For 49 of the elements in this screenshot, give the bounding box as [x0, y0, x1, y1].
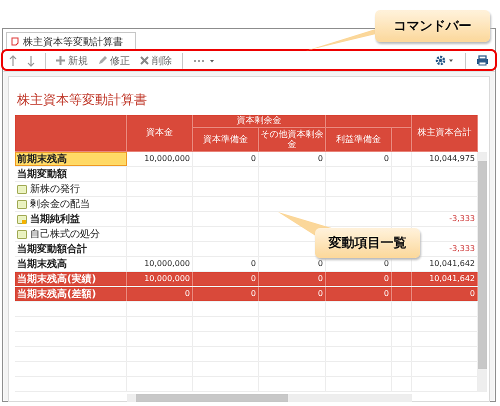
page-title: 株主資本等変動計算書	[17, 92, 148, 109]
column-header	[392, 128, 412, 152]
value-cell: 0	[193, 257, 259, 271]
document-tab[interactable]: 株主資本等変動計算書	[6, 32, 136, 50]
row-label[interactable]: 当期変動額合計	[15, 242, 127, 256]
callout-label: 変動項目一覧	[315, 228, 420, 258]
more-icon[interactable]	[193, 58, 215, 64]
column-header: 資本準備金	[193, 128, 259, 152]
horizontal-scrollbar[interactable]	[127, 394, 412, 402]
column-header: 利益準備金	[326, 128, 392, 152]
column-header: その他資本剰余金	[259, 128, 326, 152]
edit-button[interactable]: 修正	[98, 54, 130, 68]
column-header: 資本金	[127, 115, 193, 152]
down-arrow-icon[interactable]	[27, 54, 35, 66]
row-label[interactable]: 自己株式の処分	[15, 227, 127, 241]
value-cell: 0	[259, 272, 326, 286]
document-icon	[11, 37, 19, 46]
pencil-icon	[98, 56, 107, 65]
new-button[interactable]: 新規	[56, 54, 88, 68]
row-label[interactable]: 当期変動額	[15, 167, 127, 181]
row-label[interactable]: 当期末残高(差額)	[15, 287, 127, 301]
value-cell: 0	[326, 287, 392, 301]
vertical-scrollbar[interactable]	[478, 152, 487, 392]
row-label[interactable]: 新株の発行	[15, 182, 127, 196]
row-label[interactable]: 前期末残高	[15, 152, 127, 166]
row-label[interactable]: 剰余金の配当	[15, 197, 127, 211]
value-cell: 0	[127, 287, 193, 301]
value-cell: 0	[259, 287, 326, 301]
column-header: 株主資本合計	[412, 115, 478, 152]
value-cell: 10,000,000	[127, 257, 193, 271]
value-cell: 0	[326, 272, 392, 286]
value-cell: 0	[193, 287, 259, 301]
column-group-header: 資本剰余金	[193, 115, 326, 128]
value-cell: 10,000,000	[127, 152, 193, 166]
value-cell: 0	[259, 152, 326, 166]
cross-icon	[140, 56, 149, 65]
settings-icon[interactable]	[435, 55, 455, 66]
up-arrow-icon[interactable]	[9, 54, 17, 66]
value-cell: 0	[193, 152, 259, 166]
delete-button[interactable]: 削除	[140, 54, 172, 68]
row-label[interactable]: 当期末残高	[15, 257, 127, 271]
callout-label: コマンドバー	[375, 10, 490, 42]
print-icon[interactable]	[476, 55, 489, 66]
value-cell: 10,000,000	[127, 272, 193, 286]
row-label[interactable]: 当期末残高(実績)	[15, 272, 127, 286]
value-cell: 0	[193, 272, 259, 286]
plus-icon	[56, 56, 65, 65]
row-label[interactable]: 当期純利益	[15, 212, 127, 226]
value-cell: 0	[326, 152, 392, 166]
